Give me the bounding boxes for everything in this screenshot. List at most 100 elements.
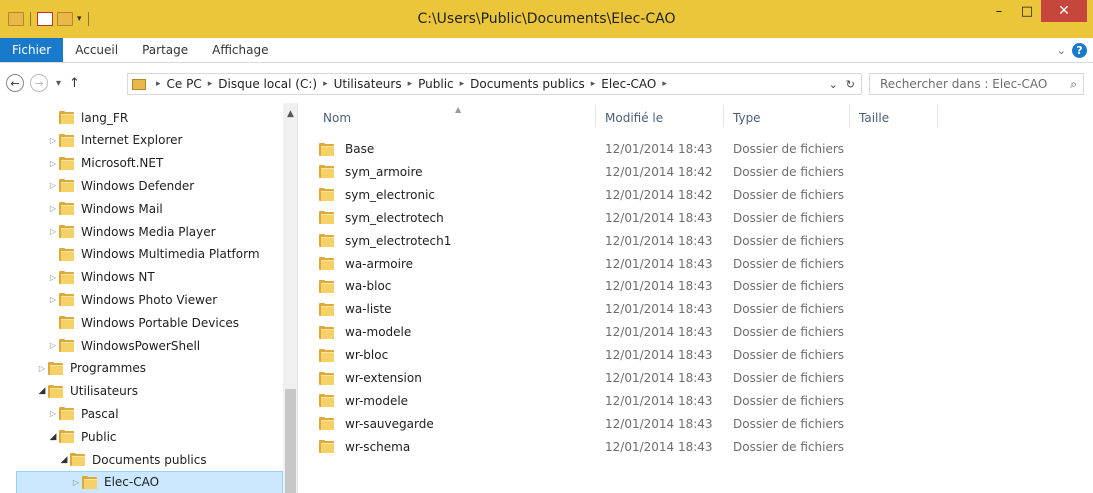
column-divider[interactable] bbox=[849, 105, 850, 127]
back-icon[interactable]: ← bbox=[6, 74, 24, 92]
chevron-right-icon[interactable]: ▸ bbox=[323, 79, 328, 89]
minimize-button[interactable]: – bbox=[985, 0, 1013, 22]
search-input[interactable] bbox=[880, 77, 1050, 91]
chevron-right-icon[interactable]: ▸ bbox=[460, 79, 465, 89]
expand-arrow-icon[interactable]: ▷ bbox=[47, 181, 59, 190]
column-divider[interactable] bbox=[937, 105, 938, 127]
forward-icon[interactable]: → bbox=[30, 74, 48, 92]
maximize-button[interactable]: □ bbox=[1013, 0, 1041, 22]
customize-toolbar-icon[interactable]: ▾ bbox=[77, 14, 82, 24]
tree-item[interactable]: ▷ WindowsPowerShell bbox=[0, 334, 283, 357]
file-row[interactable]: sym_electrotech1 12/01/2014 18:43 Dossier … bbox=[319, 230, 844, 252]
tab-affichage[interactable]: Affichage bbox=[200, 38, 280, 62]
properties-icon[interactable] bbox=[37, 12, 53, 26]
expand-arrow-icon[interactable]: ▷ bbox=[47, 341, 59, 350]
tree-item[interactable]: ▷ Windows Defender bbox=[0, 174, 283, 197]
expand-arrow-icon[interactable]: ▷ bbox=[47, 409, 59, 418]
chevron-right-icon[interactable]: ▸ bbox=[408, 79, 413, 89]
file-row[interactable]: wa-liste 12/01/2014 18:43 Dossier de fichi… bbox=[319, 298, 844, 320]
expand-arrow-icon[interactable]: ▷ bbox=[47, 204, 59, 213]
nav-scrollbar[interactable]: ▲ bbox=[283, 103, 297, 493]
tree-item[interactable]: lang_FR bbox=[0, 106, 283, 129]
breadcrumb-utilisateurs[interactable]: Utilisateurs bbox=[334, 77, 402, 91]
expand-arrow-icon[interactable]: ▷ bbox=[36, 364, 48, 373]
tree-item[interactable]: ▷ Windows NT bbox=[0, 266, 283, 289]
breadcrumb-elec-cao[interactable]: Elec-CAO bbox=[601, 77, 656, 91]
up-arrow-icon[interactable]: ↑ bbox=[69, 76, 80, 91]
file-list[interactable]: Nom ▲ Modifié le Type Taille Base 12/01/2… bbox=[299, 103, 1093, 493]
close-button[interactable]: ✕ bbox=[1041, 0, 1087, 22]
file-row[interactable]: wr-schema 12/01/2014 18:43 Dossier de fich… bbox=[319, 436, 844, 458]
tree-item[interactable]: ▷ Programmes bbox=[0, 357, 283, 380]
expand-arrow-icon[interactable]: ▷ bbox=[47, 227, 59, 236]
chevron-right-icon[interactable]: ▸ bbox=[662, 79, 667, 89]
collapse-arrow-icon[interactable]: ◢ bbox=[47, 432, 59, 442]
file-row[interactable]: wr-extension 12/01/2014 18:43 Dossier de f… bbox=[319, 367, 844, 389]
folder-icon[interactable] bbox=[8, 12, 24, 26]
tree-item-label: Windows Photo Viewer bbox=[81, 292, 218, 307]
collapse-arrow-icon[interactable]: ◢ bbox=[36, 386, 48, 396]
tree-item[interactable]: ▷ Pascal bbox=[0, 402, 283, 425]
breadcrumb-disque-local[interactable]: Disque local (C:) bbox=[218, 77, 317, 91]
file-row[interactable]: sym_electronic 12/01/2014 18:42 Dossier de… bbox=[319, 184, 844, 206]
tree-item[interactable]: ▷ Elec-CAO bbox=[16, 470, 283, 493]
expand-arrow-icon[interactable]: ▷ bbox=[70, 478, 82, 487]
file-row[interactable]: wr-bloc 12/01/2014 18:43 Dossier de fichie… bbox=[319, 344, 844, 366]
refresh-icon[interactable]: ↻ bbox=[846, 78, 855, 91]
address-bar[interactable]: ▸ Ce PC ▸ Disque local (C:) ▸ Utilisateu… bbox=[127, 73, 862, 95]
file-modified: 12/01/2014 18:43 bbox=[605, 371, 713, 385]
address-history-icon[interactable]: ⌄ bbox=[829, 78, 838, 91]
column-header-modified[interactable]: Modifié le bbox=[597, 103, 723, 129]
chevron-right-icon[interactable]: ▸ bbox=[156, 79, 161, 89]
file-row[interactable]: wr-sauvegarde 12/01/2014 18:43 Dossier de … bbox=[319, 413, 844, 435]
file-row[interactable]: wa-modele 12/01/2014 18:43 Dossier de fich… bbox=[319, 321, 844, 343]
file-row[interactable]: Base 12/01/2014 18:43 Dossier de fichiers bbox=[319, 138, 844, 160]
expand-arrow-icon[interactable]: ▷ bbox=[47, 295, 59, 304]
column-divider[interactable] bbox=[723, 105, 724, 127]
tree-item[interactable]: ▷ Windows Photo Viewer bbox=[0, 288, 283, 311]
file-type: Dossier de fichiers bbox=[733, 371, 845, 385]
file-row[interactable]: wr-modele 12/01/2014 18:43 Dossier de fich… bbox=[319, 390, 844, 412]
tree-item[interactable]: ◢ Utilisateurs bbox=[0, 380, 283, 403]
breadcrumb-documents-publics[interactable]: Documents publics bbox=[470, 77, 585, 91]
tree-item-label: Windows NT bbox=[81, 270, 155, 285]
expand-arrow-icon[interactable]: ▷ bbox=[47, 159, 59, 168]
file-row[interactable]: wa-armoire 12/01/2014 18:43 Dossier de fic… bbox=[319, 253, 844, 275]
new-folder-icon[interactable] bbox=[57, 12, 73, 26]
help-icon[interactable]: ? bbox=[1072, 43, 1087, 58]
search-box[interactable]: ⌕ bbox=[869, 73, 1084, 95]
folder-icon bbox=[319, 302, 335, 316]
tree-item[interactable]: ◢ Public bbox=[0, 425, 283, 448]
scroll-up-icon[interactable]: ▲ bbox=[283, 109, 297, 119]
expand-arrow-icon[interactable]: ▷ bbox=[47, 273, 59, 282]
tree-item[interactable]: ▷ Internet Explorer bbox=[0, 129, 283, 152]
chevron-right-icon[interactable]: ▸ bbox=[591, 79, 596, 89]
tree-item[interactable]: ▷ Windows Media Player bbox=[0, 220, 283, 243]
chevron-right-icon[interactable]: ▸ bbox=[208, 79, 213, 89]
scrollbar-thumb[interactable] bbox=[285, 389, 296, 493]
tree-item[interactable]: ◢ Documents publics bbox=[0, 448, 283, 471]
column-header-size[interactable]: Taille bbox=[851, 103, 937, 129]
recent-locations-icon[interactable]: ▾ bbox=[56, 78, 61, 89]
tree-item[interactable]: ▷ Windows Mail bbox=[0, 197, 283, 220]
tree-item-label: Windows Media Player bbox=[81, 224, 216, 239]
search-icon[interactable]: ⌕ bbox=[1070, 77, 1077, 92]
navigation-pane[interactable]: lang_FR ▷ Internet Explorer ▷ Microsoft.NET ▷… bbox=[0, 103, 298, 493]
file-row[interactable]: wa-bloc 12/01/2014 18:43 Dossier de fichie… bbox=[319, 275, 844, 297]
tab-accueil[interactable]: Accueil bbox=[63, 38, 130, 62]
breadcrumb-ce-pc[interactable]: Ce PC bbox=[167, 77, 202, 91]
file-row[interactable]: sym_armoire 12/01/2014 18:42 Dossier de fi… bbox=[319, 161, 844, 183]
tab-fichier[interactable]: Fichier bbox=[0, 38, 64, 62]
collapse-arrow-icon[interactable]: ◢ bbox=[58, 455, 70, 465]
tree-item[interactable]: ▷ Microsoft.NET bbox=[0, 152, 283, 175]
tree-item[interactable]: Windows Portable Devices bbox=[0, 311, 283, 334]
breadcrumb-public[interactable]: Public bbox=[418, 77, 454, 91]
tab-partage[interactable]: Partage bbox=[130, 38, 200, 62]
tree-item[interactable]: Windows Multimedia Platform bbox=[0, 243, 283, 266]
folder-icon bbox=[59, 293, 75, 307]
column-divider[interactable] bbox=[595, 105, 596, 127]
expand-arrow-icon[interactable]: ▷ bbox=[47, 136, 59, 145]
column-header-type[interactable]: Type bbox=[725, 103, 849, 129]
file-row[interactable]: sym_electrotech 12/01/2014 18:43 Dossier d… bbox=[319, 207, 844, 229]
chevron-down-icon[interactable]: ⌄ bbox=[1057, 44, 1066, 57]
